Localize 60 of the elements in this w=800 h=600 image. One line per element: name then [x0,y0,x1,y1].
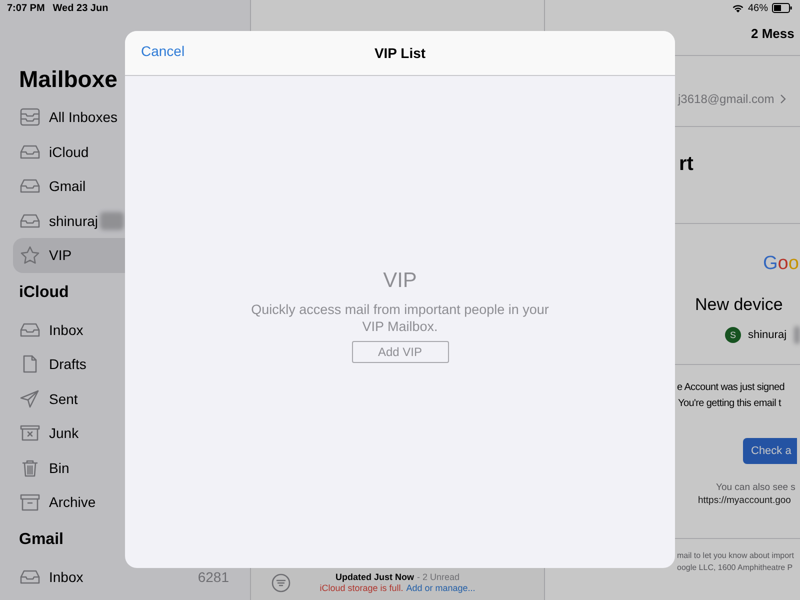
status-date: Wed 23 Jun [52,2,108,14]
junk-box-icon [19,423,41,444]
cancel-button[interactable]: Cancel [141,43,185,59]
account-url[interactable]: https://myaccount.goo [698,494,791,506]
mailbox-item[interactable]: shinuraj [13,204,237,238]
mailbox-item[interactable]: Junk [13,416,237,450]
mailbox-item[interactable]: iCloud [13,134,237,169]
account-avatar: S [725,327,741,343]
mailbox-label: Junk [49,425,79,442]
unread-summary: - 2 Unread [416,572,460,583]
email-heading: New device [695,295,783,315]
empty-state-message: Quickly access mail from important people in your VIP Mailbox. [250,300,550,334]
message-count-title: 2 Mess [751,26,794,40]
unread-count: 6281 [198,568,229,585]
mailbox-label: Gmail [49,178,86,194]
mailbox-item[interactable]: Gmail [13,169,237,204]
mailbox-item[interactable]: Inbox 6281 [13,560,237,594]
company-logo: Goo [763,253,799,275]
email-note: You can also see s [716,482,796,492]
section-heading: iCloud [18,282,70,302]
email-body-line: e Account was just signed [677,382,785,392]
email-footer-line: mail to let you know about import [677,550,794,560]
email-footer-line: oogle LLC, 1600 Amphitheatre P [677,562,793,572]
mailbox-label: All Inboxes [49,109,118,126]
email-subject: rt [679,152,694,176]
status-time: 7:07 PM [7,2,45,14]
mailbox-item[interactable]: All Inboxes [13,100,237,134]
mailbox-item[interactable]: Bin [13,450,237,485]
mailbox-label: Inbox [49,568,84,585]
archive-box-icon [19,492,41,512]
mailbox-label: shinuraj [49,212,98,229]
mailbox-label: Inbox [49,322,84,338]
update-status: Updated Just Now [335,572,414,583]
manage-link[interactable]: Add or manage... [406,583,476,594]
email-body-line: You're getting this email t [678,398,781,408]
mailbox-label: iCloud [49,144,89,160]
battery-icon [772,3,792,13]
empty-state-title: VIP [383,268,417,294]
star-icon [19,245,41,266]
filter-icon[interactable] [271,573,291,593]
mailboxes-title: Mailboxe [19,65,118,94]
mailbox-item[interactable]: Drafts [13,347,237,382]
mailbox-item[interactable]: Sent [13,382,237,416]
storage-warning: iCloud storage is full. [320,583,404,594]
mailbox-label: Archive [49,494,96,510]
chevron-right-icon [780,94,786,104]
mailbox-label: Sent [49,390,78,407]
mailbox-label: Drafts [49,356,86,372]
mailbox-label: Bin [49,460,70,476]
check-button[interactable]: Check a [743,438,797,464]
battery-percent: 46% [748,2,768,14]
trays-icon [19,107,41,128]
mailbox-label: VIP [49,247,72,264]
mailbox-item[interactable]: Archive [13,485,237,520]
section-heading: Gmail [18,530,64,550]
wifi-icon [732,3,744,13]
paper-plane-icon [19,388,41,409]
dialog-title: VIP List [374,45,426,61]
account-name: shinuraj [748,329,787,341]
mailbox-item[interactable]: Inbox [13,312,237,347]
